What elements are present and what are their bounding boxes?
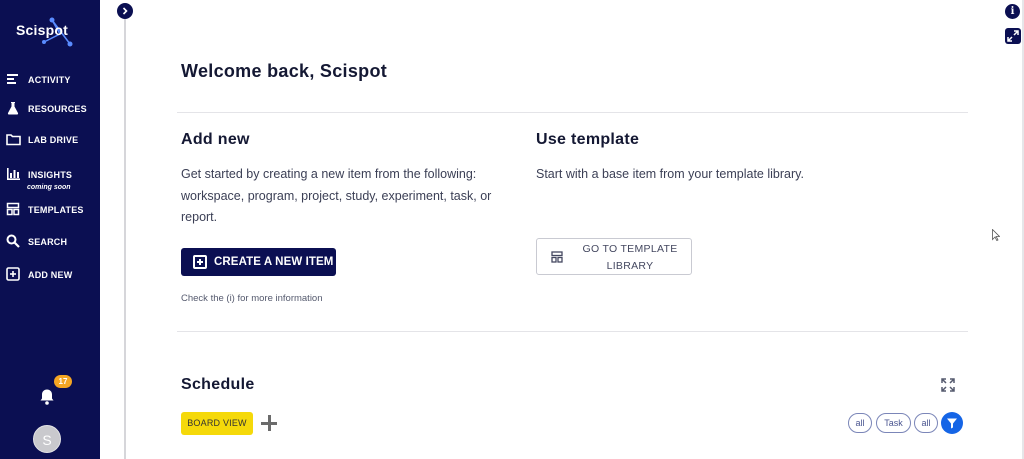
sidebar-item-lab-drive[interactable]: LAB DRIVE — [6, 131, 78, 149]
filter-chip-all-2[interactable]: all — [914, 413, 938, 433]
sidebar-divider — [124, 8, 126, 459]
sidebar-item-label: TEMPLATES — [28, 205, 84, 215]
expand-schedule-icon[interactable] — [941, 378, 955, 392]
insights-coming-soon: coming soon — [27, 184, 71, 191]
activity-icon — [6, 72, 22, 88]
add-new-title: Add new — [181, 131, 250, 148]
sidebar-item-activity[interactable]: ACTIVITY — [6, 71, 71, 89]
add-new-description: Get started by creating a new item from … — [181, 167, 492, 224]
filter-chip-task[interactable]: Task — [876, 413, 911, 433]
board-view-button[interactable]: BOARD VIEW — [181, 412, 253, 435]
info-button[interactable]: i — [1005, 4, 1020, 19]
sidebar-item-label: LAB DRIVE — [28, 135, 79, 145]
logo-text: Scispot — [16, 22, 68, 38]
expand-sidebar-button[interactable] — [117, 3, 133, 19]
expand-diagonal-icon — [1007, 30, 1019, 42]
sidebar-item-label: INSIGHTS — [28, 170, 73, 180]
sidebar: Scispot ACTIVITY RESOURCES LAB DRIVE INS… — [0, 0, 100, 459]
sidebar-item-label: ADD NEW — [28, 270, 73, 280]
sidebar-item-resources[interactable]: RESOURCES — [6, 100, 87, 118]
plus-square-icon — [6, 267, 22, 283]
search-icon — [6, 234, 22, 250]
info-hint: Check the (i) for more information — [181, 293, 323, 304]
chevron-right-icon — [122, 7, 128, 15]
sidebar-item-add-new[interactable]: ADD NEW — [6, 266, 72, 284]
add-view-button[interactable] — [261, 415, 277, 431]
fullscreen-button[interactable] — [1005, 28, 1021, 44]
use-template-title: Use template — [536, 131, 640, 148]
sidebar-item-insights[interactable]: INSIGHTS — [6, 166, 72, 184]
schedule-title: Schedule — [181, 376, 255, 393]
flask-icon — [6, 101, 22, 117]
create-new-item-button[interactable]: CREATE A NEW ITEM — [181, 248, 336, 276]
sidebar-item-templates[interactable]: TEMPLATES — [6, 201, 84, 219]
page-title: Welcome back, Scispot — [181, 61, 388, 81]
folder-icon — [6, 132, 22, 148]
use-template-description: Start with a base item from your templat… — [536, 167, 804, 181]
filter-chip-all[interactable]: all — [848, 413, 872, 433]
divider — [177, 331, 968, 332]
divider — [177, 112, 968, 113]
notification-count-badge: 17 — [54, 375, 72, 388]
template-icon — [551, 251, 563, 263]
notification-bell-icon[interactable] — [38, 388, 56, 406]
plus-square-icon — [193, 255, 207, 269]
go-to-template-library-button[interactable]: GO TO TEMPLATE LIBRARY — [536, 238, 692, 275]
create-new-item-label: CREATE A NEW ITEM — [214, 256, 334, 268]
mouse-cursor-icon — [992, 229, 1000, 241]
chart-icon — [6, 167, 22, 183]
go-to-template-library-label: GO TO TEMPLATE LIBRARY — [582, 243, 678, 272]
scispot-logo[interactable]: Scispot — [14, 14, 76, 48]
sidebar-item-search[interactable]: SEARCH — [6, 233, 67, 251]
filter-button[interactable] — [941, 412, 963, 434]
filter-icon — [947, 418, 957, 429]
user-avatar[interactable]: S — [33, 425, 61, 453]
sidebar-item-label: RESOURCES — [28, 104, 87, 114]
template-icon — [6, 202, 22, 218]
sidebar-item-label: SEARCH — [28, 237, 68, 247]
sidebar-item-label: ACTIVITY — [28, 75, 71, 85]
